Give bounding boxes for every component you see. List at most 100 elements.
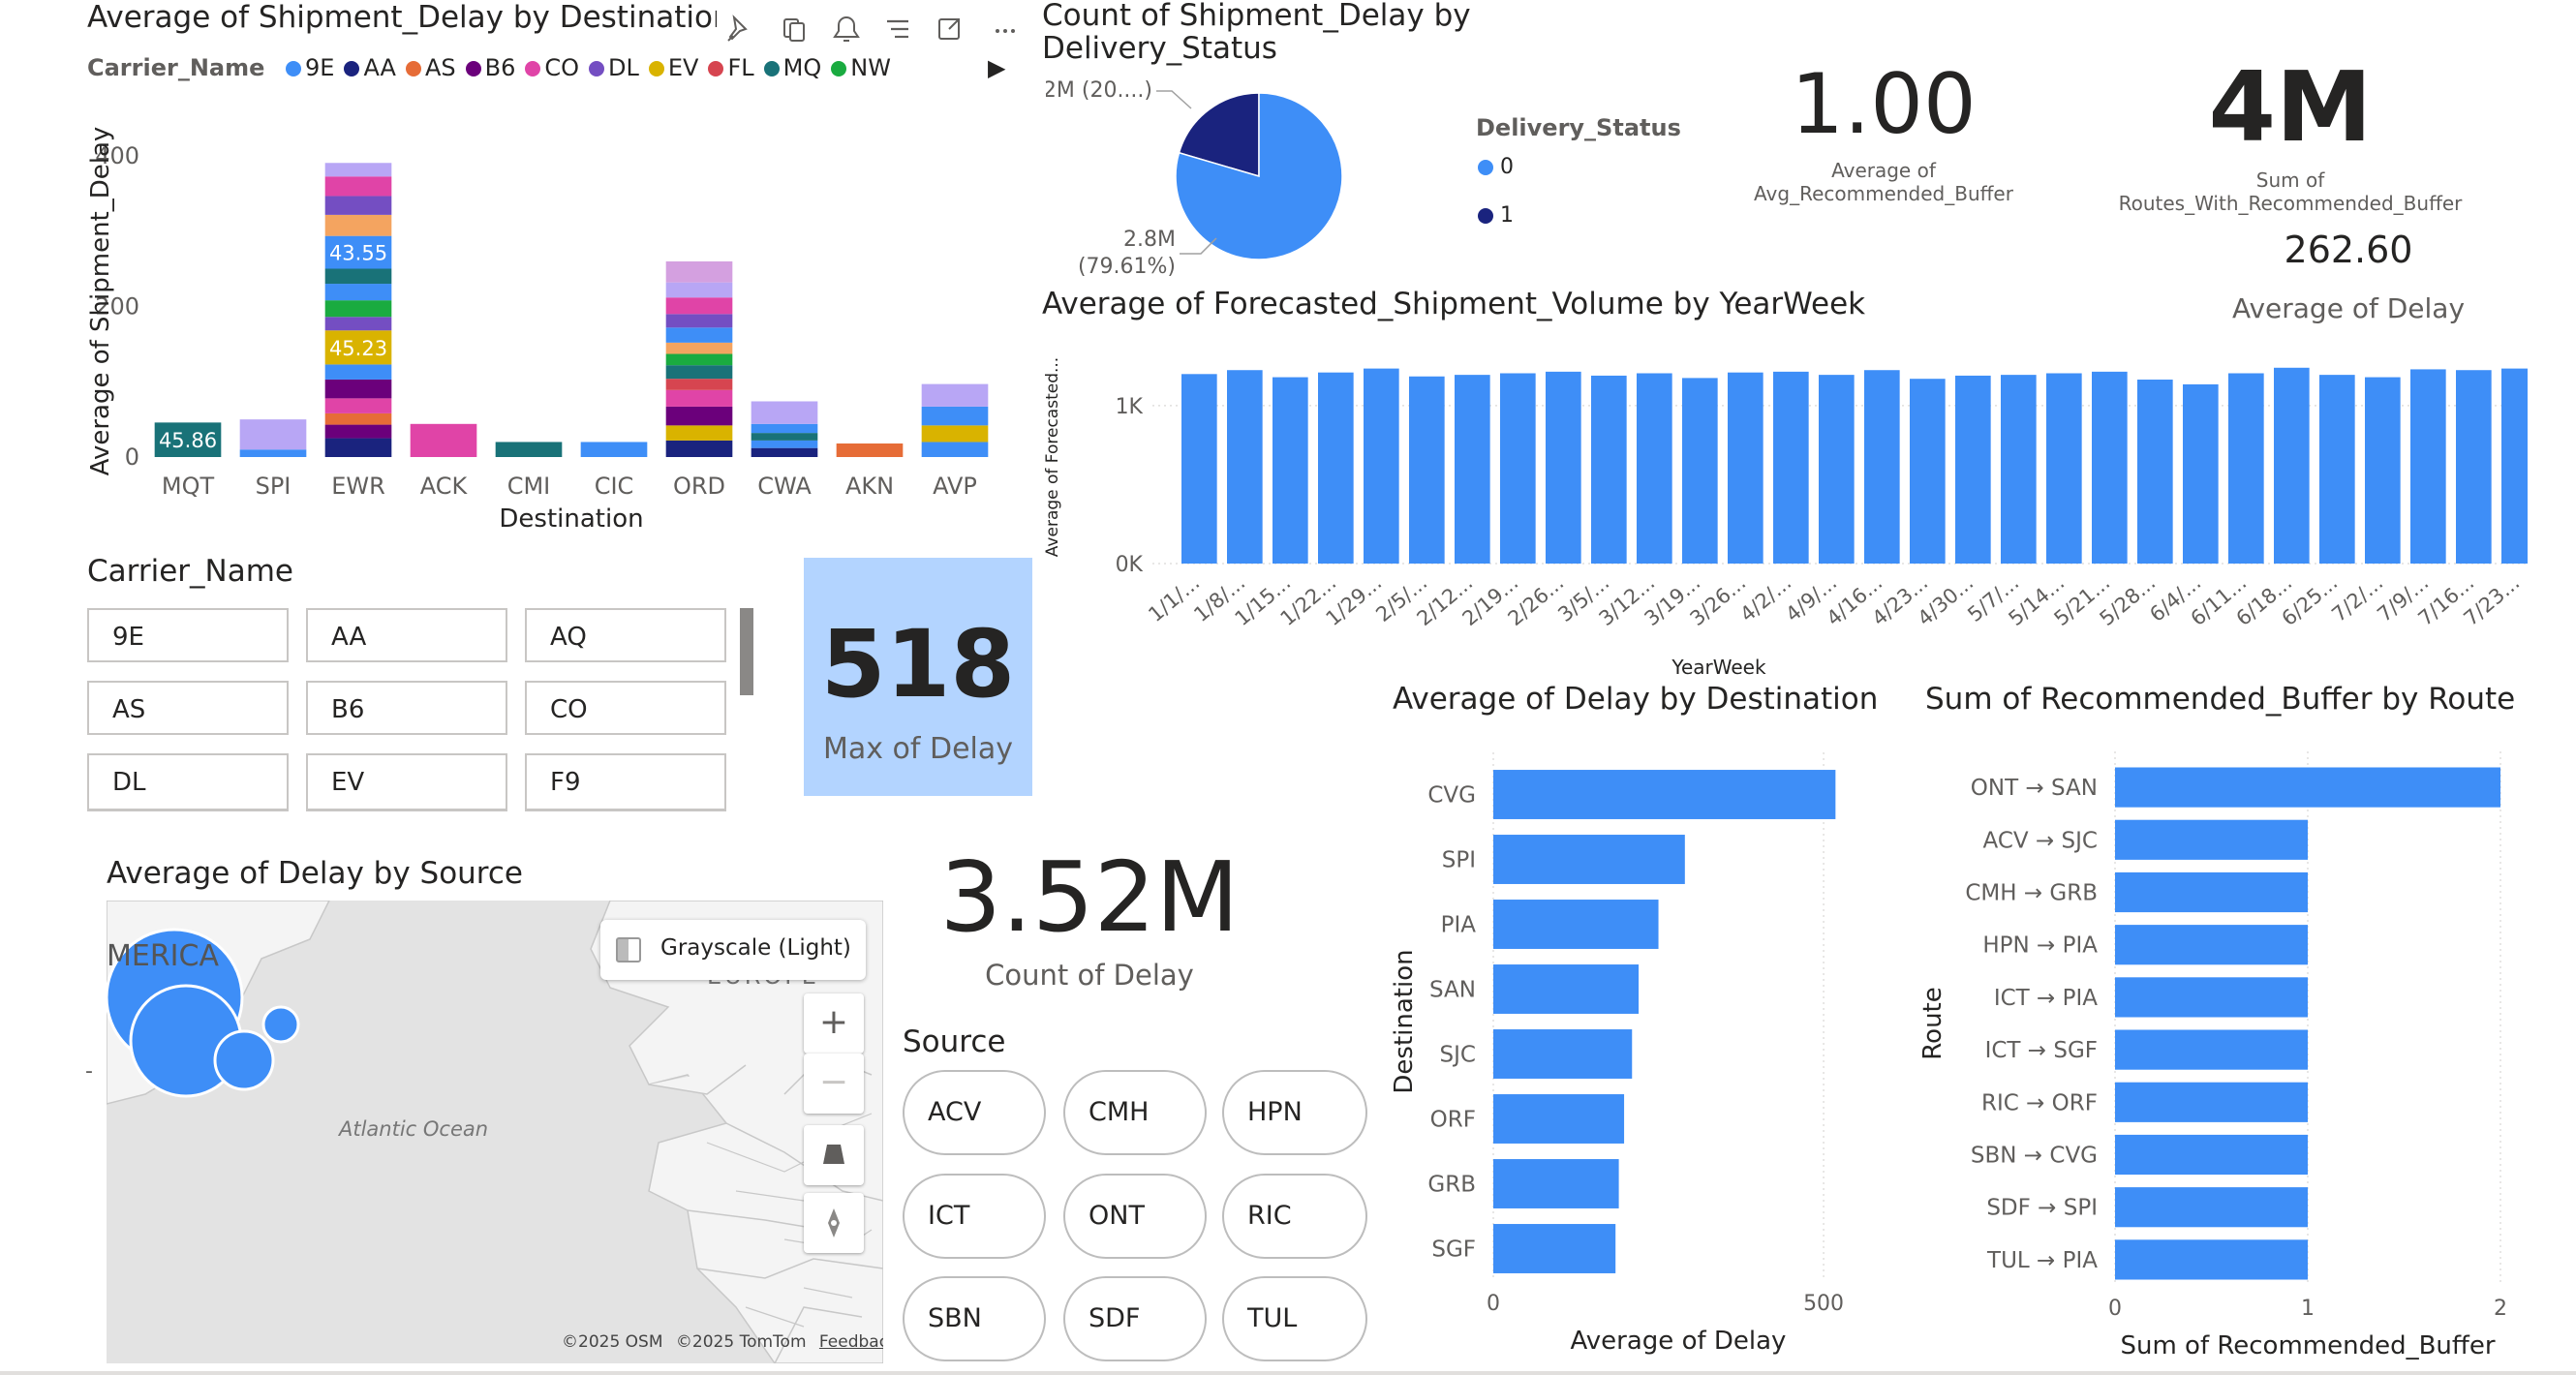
carrier-slicer-item[interactable]: DL <box>87 753 289 811</box>
forecast-bar[interactable] <box>2183 383 2219 564</box>
carrier-slicer-item[interactable]: CO <box>525 681 726 735</box>
filter-icon[interactable] <box>887 19 908 39</box>
forecast-bar[interactable] <box>2365 377 2401 564</box>
source-slicer-item[interactable]: SDF <box>1063 1276 1207 1361</box>
bell-icon[interactable] <box>833 16 860 42</box>
stacked-bar-segment[interactable] <box>324 364 392 380</box>
hbar[interactable] <box>2115 1187 2308 1228</box>
hbar[interactable] <box>2115 819 2308 860</box>
hbar[interactable] <box>1493 1159 1619 1208</box>
legend-item[interactable]: EV <box>648 54 698 81</box>
forecast-bar[interactable] <box>2137 380 2173 564</box>
source-slicer-item[interactable]: HPN <box>1222 1070 1367 1155</box>
hbar[interactable] <box>2115 1082 2308 1122</box>
legend-item[interactable]: 9E <box>286 54 334 81</box>
stacked-bar-segment[interactable] <box>324 214 392 236</box>
basemap-switcher[interactable]: Grayscale (Light) <box>600 920 866 980</box>
legend-item[interactable]: AS <box>405 54 456 81</box>
carrier-slicer-item[interactable]: F9 <box>525 753 726 811</box>
hbar[interactable] <box>2115 767 2500 808</box>
forecast-bar[interactable] <box>2410 369 2446 564</box>
forecast-bar[interactable] <box>2046 373 2082 564</box>
forecast-bar[interactable] <box>1409 376 1445 564</box>
carrier-slicer-item[interactable]: B6 <box>306 681 507 735</box>
forecast-bar[interactable] <box>2274 367 2310 564</box>
stacked-bar-segment[interactable] <box>324 424 392 439</box>
hbar[interactable] <box>2115 925 2308 965</box>
stacked-bar-segment[interactable] <box>921 383 989 407</box>
compass-button[interactable] <box>804 1193 864 1253</box>
zoom-in-button[interactable]: + <box>804 993 864 1054</box>
stacked-bar-segment[interactable] <box>665 425 733 441</box>
hbar[interactable] <box>2115 1029 2308 1070</box>
stacked-bar-segment[interactable] <box>324 268 392 285</box>
hbar[interactable] <box>1493 835 1685 884</box>
copy-icon[interactable] <box>783 18 805 42</box>
stacked-bar-segment[interactable] <box>324 438 392 457</box>
forecast-bar[interactable] <box>1227 370 1263 564</box>
stacked-bar-segment[interactable] <box>665 282 733 298</box>
stacked-bar-segment[interactable] <box>324 300 392 318</box>
stacked-bar-segment[interactable] <box>665 440 733 457</box>
hbar[interactable] <box>1493 770 1836 819</box>
stacked-bar-segment[interactable] <box>324 398 392 413</box>
stacked-bar-segment[interactable] <box>665 379 733 390</box>
map-bubble[interactable] <box>261 1005 300 1044</box>
stacked-bar-segment[interactable] <box>665 342 733 354</box>
source-slicer-item[interactable]: ACV <box>903 1070 1046 1155</box>
stacked-bar-segment[interactable] <box>580 442 648 457</box>
carrier-slicer-item[interactable]: AQ <box>525 608 726 662</box>
stacked-bar-segment[interactable] <box>324 284 392 301</box>
stacked-bar-segment[interactable] <box>665 314 733 328</box>
tilt-button[interactable] <box>804 1125 864 1185</box>
hbar[interactable] <box>1493 964 1640 1014</box>
forecast-bar[interactable] <box>1864 370 1900 564</box>
forecast-bar[interactable] <box>2501 368 2528 564</box>
feedback-link[interactable]: Feedback <box>819 1332 883 1352</box>
stacked-bar-segment[interactable] <box>665 353 733 366</box>
stacked-bar-segment[interactable] <box>751 423 818 434</box>
forecast-bar[interactable] <box>1273 377 1308 564</box>
stacked-bar-segment[interactable] <box>495 442 563 457</box>
stacked-bar-segment[interactable] <box>324 163 392 177</box>
stacked-bar-segment[interactable] <box>665 297 733 315</box>
carrier-slicer-item[interactable]: 9E <box>87 608 289 662</box>
forecast-bar[interactable] <box>1364 368 1399 564</box>
stacked-bar-segment[interactable] <box>665 365 733 380</box>
hbar[interactable] <box>2115 871 2308 913</box>
map-bubble[interactable] <box>213 1029 275 1091</box>
legend-item[interactable]: CO <box>525 54 579 81</box>
forecast-bar[interactable] <box>1955 375 1991 564</box>
legend-item[interactable]: MQ <box>763 54 821 81</box>
forecast-bar[interactable] <box>1181 374 1217 564</box>
forecast-bar[interactable] <box>1591 375 1627 564</box>
stacked-bar-segment[interactable] <box>324 379 392 399</box>
legend-item[interactable]: NW <box>831 54 891 81</box>
stacked-bar-segment[interactable] <box>665 260 733 283</box>
map-canvas[interactable]: MERICA EUROPE Atlantic Ocean Grayscale (… <box>107 901 883 1363</box>
hbar[interactable] <box>1493 1029 1633 1079</box>
stacked-bar-segment[interactable] <box>410 423 477 457</box>
stacked-bar-segment[interactable] <box>324 176 392 197</box>
legend-item[interactable]: B6 <box>465 54 515 81</box>
stacked-bar-segment[interactable] <box>665 389 733 407</box>
stacked-bar-segment[interactable] <box>324 317 392 331</box>
forecast-bar[interactable] <box>1546 371 1581 564</box>
hbar[interactable] <box>1493 1094 1625 1144</box>
stacked-bar-segment[interactable] <box>324 412 392 425</box>
forecast-bar[interactable] <box>1682 378 1718 564</box>
hbar[interactable] <box>1493 1224 1616 1273</box>
carrier-slicer-item[interactable]: AA <box>306 608 507 662</box>
focus-icon[interactable] <box>938 18 960 40</box>
stacked-bar-segment[interactable] <box>921 425 989 443</box>
stacked-bar-segment[interactable] <box>239 419 307 450</box>
forecast-bar[interactable] <box>1728 372 1763 564</box>
stacked-bar-segment[interactable] <box>751 440 818 448</box>
forecast-bar[interactable] <box>2001 375 2037 564</box>
hbar[interactable] <box>2115 1239 2308 1280</box>
forecast-bar[interactable] <box>2319 375 2355 564</box>
source-slicer-item[interactable]: SBN <box>903 1276 1046 1361</box>
forecast-bar[interactable] <box>1819 375 1855 564</box>
hbar[interactable] <box>1493 900 1659 949</box>
stacked-bar-segment[interactable] <box>239 449 307 457</box>
